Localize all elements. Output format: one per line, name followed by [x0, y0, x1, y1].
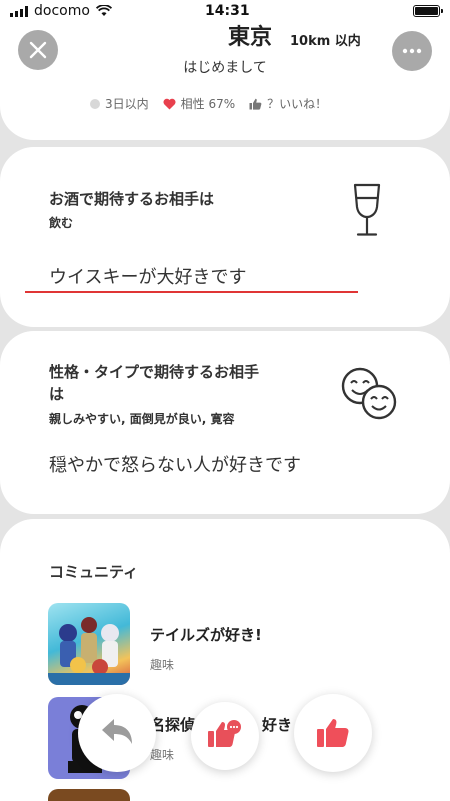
community-thumbnail-tales[interactable]	[48, 603, 130, 685]
community-item-name[interactable]: 名探偵	[150, 714, 195, 735]
likes-label: ？いいね！	[267, 97, 328, 111]
battery-icon	[413, 5, 443, 17]
profile-distance: 10km 以内	[290, 34, 361, 49]
online-status-icon	[90, 98, 100, 109]
community-thumbnail-partial[interactable]	[48, 789, 130, 801]
profile-meta-row: 3日以内 相性 67% ？いいね！	[90, 95, 327, 112]
personality-value: 親しみやすい, 面倒見が良い, 寛容	[49, 412, 235, 426]
drink-comment: ウイスキーが大好きです	[49, 267, 247, 288]
carrier-label: docomo	[34, 3, 90, 19]
community-item-name[interactable]: テイルズが好き!	[150, 624, 262, 645]
message-like-icon	[208, 720, 241, 747]
signal-icon	[10, 5, 28, 17]
thumbs-up-icon	[317, 719, 349, 747]
personality-title-line2: は	[49, 385, 65, 403]
wifi-icon	[95, 5, 112, 16]
community-item-category: 趣味	[150, 748, 175, 762]
compatibility-label: 相性 67%	[180, 97, 236, 111]
compatibility: 相性 67%	[163, 95, 236, 112]
personality-title-line1: 性格・タイプで期待するお相手	[49, 363, 260, 381]
community-title: コミュニティ	[49, 563, 139, 581]
more-icon	[402, 48, 422, 54]
smiling-faces-icon	[341, 367, 397, 420]
anime-characters-image	[48, 617, 130, 685]
message-like-button[interactable]	[191, 702, 259, 770]
drink-preference-card	[0, 147, 450, 327]
thumbs-up-small-icon	[249, 98, 262, 110]
last-login-label: 3日以内	[105, 97, 149, 111]
undo-arrow-icon	[102, 719, 132, 744]
comment-underline	[25, 291, 358, 293]
personality-comment: 穏やかで怒らない人が好きです	[49, 455, 301, 476]
heart-icon	[163, 98, 176, 109]
status-left: docomo	[10, 3, 112, 19]
profile-greeting: はじめまして	[183, 60, 267, 76]
like-button[interactable]	[294, 694, 372, 772]
clock: 14:31	[205, 3, 250, 19]
drink-title: お酒で期待するお相手は	[49, 190, 215, 208]
wine-glass-icon	[353, 183, 381, 236]
back-button[interactable]	[78, 694, 156, 772]
community-item-name-tail: 好き	[262, 716, 293, 734]
likes-count: ？いいね！	[249, 95, 327, 112]
status-bar: docomo 14:31	[0, 0, 450, 22]
community-item-category: 趣味	[150, 658, 175, 672]
last-login: 3日以内	[90, 95, 149, 112]
profile-city: 東京	[228, 25, 273, 50]
drink-value: 飲む	[49, 216, 74, 230]
